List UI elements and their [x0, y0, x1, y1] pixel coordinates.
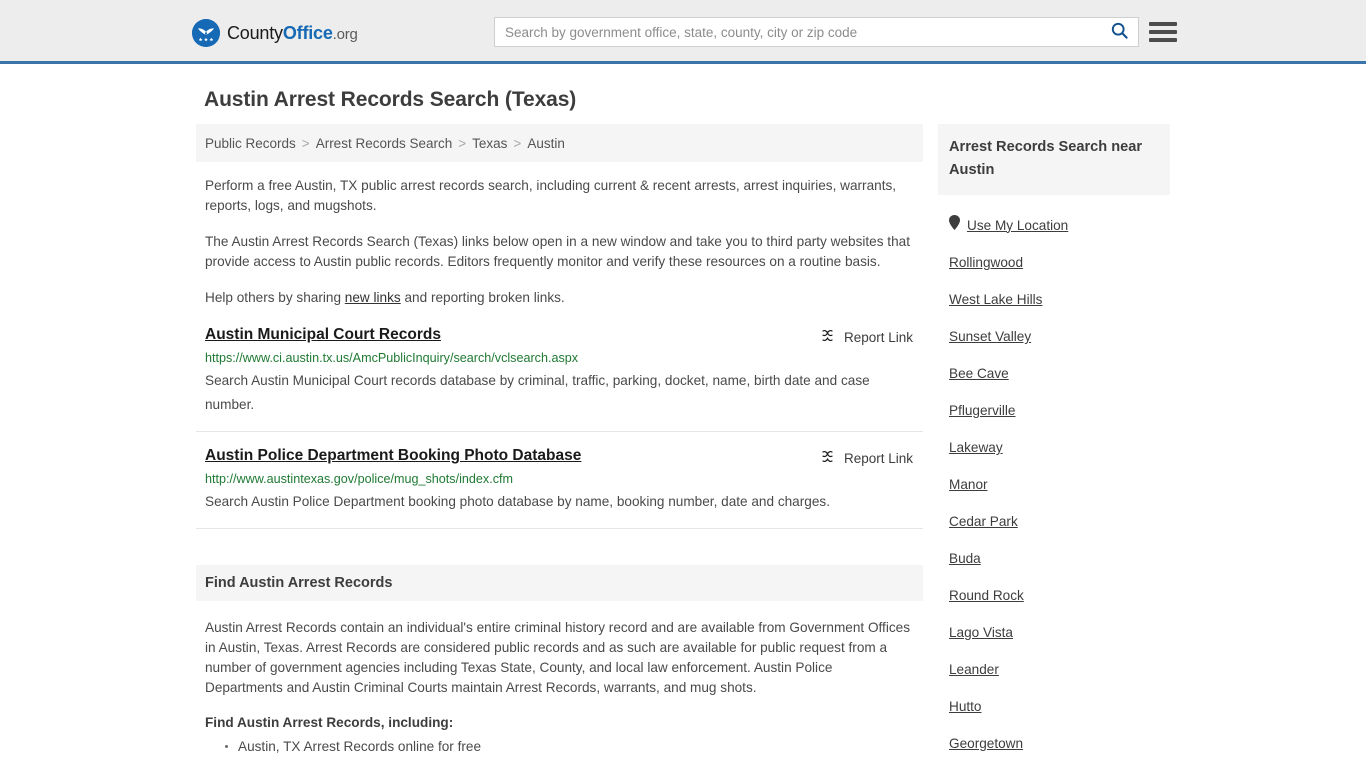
sidebar-item-label[interactable]: Sunset Valley — [949, 329, 1031, 344]
sidebar-item-label[interactable]: Lakeway — [949, 440, 1003, 455]
main-content: Public Records > Arrest Records Search >… — [196, 124, 923, 757]
logo-text-office: Office — [282, 22, 333, 43]
share-text-after: and reporting broken links. — [400, 290, 565, 305]
sidebar-item-manor[interactable]: Manor — [949, 476, 1170, 494]
result-description: Search Austin Police Department booking … — [205, 494, 830, 509]
use-my-location-link[interactable]: Use My Location — [967, 218, 1068, 233]
report-link-button[interactable]: Report Link — [820, 328, 913, 346]
logo-text-tld: .org — [332, 25, 358, 43]
page-title: Austin Arrest Records Search (Texas) — [204, 88, 577, 111]
sidebar: Arrest Records Search near Austin Use My… — [938, 124, 1170, 768]
results-list: Austin Municipal Court Records Report Li… — [196, 326, 923, 529]
logo-wordmark: CountyOffice.org — [227, 23, 358, 44]
intro-paragraph-1: Perform a free Austin, TX public arrest … — [205, 178, 897, 213]
sidebar-item-label[interactable]: Leander — [949, 662, 999, 677]
sidebar-item-label[interactable]: Lago Vista — [949, 625, 1013, 640]
sidebar-item-lago-vista[interactable]: Lago Vista — [949, 624, 1170, 642]
site-logo[interactable]: CountyOffice.org — [192, 19, 358, 47]
search-button[interactable] — [1100, 18, 1138, 46]
result-url[interactable]: https://www.ci.austin.tx.us/AmcPublicInq… — [205, 351, 913, 366]
sidebar-item-label[interactable]: Manor — [949, 477, 988, 492]
site-header: CountyOffice.org — [0, 0, 1366, 64]
search-bar[interactable] — [494, 17, 1139, 47]
share-text-before: Help others by sharing — [205, 290, 345, 305]
sidebar-item-use-my-location[interactable]: Use My Location — [949, 215, 1170, 235]
report-link-label: Report Link — [843, 329, 913, 345]
result-title-link[interactable]: Austin Municipal Court Records — [205, 326, 441, 344]
sidebar-item-rollingwood[interactable]: Rollingwood — [949, 254, 1170, 272]
breadcrumb-separator: > — [513, 135, 522, 151]
breadcrumb-separator: > — [458, 135, 467, 151]
result-description: Search Austin Municipal Court records da… — [205, 373, 870, 412]
result-title-link[interactable]: Austin Police Department Booking Photo D… — [205, 447, 581, 465]
search-icon — [1111, 22, 1128, 42]
breadcrumb-item-arrest-records-search[interactable]: Arrest Records Search — [316, 136, 453, 151]
sidebar-item-hutto[interactable]: Hutto — [949, 698, 1170, 716]
sidebar-item-label[interactable]: Round Rock — [949, 588, 1024, 603]
find-records-subheading: Find Austin Arrest Records, including: — [205, 715, 454, 730]
find-records-section-heading: Find Austin Arrest Records — [196, 565, 923, 601]
breadcrumb-item-public-records[interactable]: Public Records — [205, 136, 296, 151]
sidebar-item-label[interactable]: Bee Cave — [949, 366, 1009, 381]
logo-text-county: County — [227, 22, 283, 43]
sidebar-item-buda[interactable]: Buda — [949, 550, 1170, 568]
broken-link-icon — [820, 449, 835, 467]
hamburger-menu-icon[interactable] — [1149, 20, 1177, 44]
sidebar-nearby-list: Use My Location Rollingwood West Lake Hi… — [938, 215, 1170, 768]
breadcrumb-item-texas[interactable]: Texas — [472, 136, 507, 151]
sidebar-item-label[interactable]: Buda — [949, 551, 981, 566]
result-item: Austin Police Department Booking Photo D… — [196, 432, 923, 529]
intro-paragraph-2: The Austin Arrest Records Search (Texas)… — [205, 234, 910, 269]
sidebar-item-label[interactable]: Cedar Park — [949, 514, 1018, 529]
result-item: Austin Municipal Court Records Report Li… — [196, 326, 923, 432]
sidebar-item-pflugerville[interactable]: Pflugerville — [949, 402, 1170, 420]
search-input[interactable] — [495, 19, 1100, 45]
find-records-paragraph: Austin Arrest Records contain an individ… — [205, 620, 911, 695]
sidebar-item-bee-cave[interactable]: Bee Cave — [949, 365, 1170, 383]
broken-link-icon — [820, 328, 835, 346]
sidebar-item-leander[interactable]: Leander — [949, 661, 1170, 679]
sidebar-item-cedar-park[interactable]: Cedar Park — [949, 513, 1170, 531]
sidebar-item-sunset-valley[interactable]: Sunset Valley — [949, 328, 1170, 346]
report-link-button[interactable]: Report Link — [820, 449, 913, 467]
breadcrumb-separator: > — [301, 135, 310, 151]
intro-paragraph-3: Help others by sharing new links and rep… — [196, 288, 923, 308]
find-records-bullet-list: Austin, TX Arrest Records online for fre… — [205, 737, 913, 757]
list-item: Austin, TX Arrest Records online for fre… — [225, 737, 913, 757]
result-url[interactable]: http://www.austintexas.gov/police/mug_sh… — [205, 472, 913, 487]
sidebar-item-lakeway[interactable]: Lakeway — [949, 439, 1170, 457]
find-records-section-body: Austin Arrest Records contain an individ… — [196, 618, 923, 757]
countyoffice-eagle-logo-icon — [192, 19, 220, 47]
sidebar-item-label[interactable]: Georgetown — [949, 736, 1023, 751]
sidebar-item-label[interactable]: Pflugerville — [949, 403, 1016, 418]
sidebar-item-georgetown[interactable]: Georgetown — [949, 735, 1170, 753]
sidebar-item-label[interactable]: West Lake Hills — [949, 292, 1042, 307]
new-links-link[interactable]: new links — [345, 290, 401, 305]
sidebar-item-label[interactable]: Hutto — [949, 699, 982, 714]
map-pin-icon — [949, 215, 960, 235]
sidebar-item-west-lake-hills[interactable]: West Lake Hills — [949, 291, 1170, 309]
sidebar-heading: Arrest Records Search near Austin — [938, 124, 1170, 195]
sidebar-item-label[interactable]: Rollingwood — [949, 255, 1023, 270]
sidebar-item-round-rock[interactable]: Round Rock — [949, 587, 1170, 605]
report-link-label: Report Link — [843, 450, 913, 466]
breadcrumb: Public Records > Arrest Records Search >… — [196, 124, 923, 162]
breadcrumb-item-austin: Austin — [527, 135, 565, 151]
